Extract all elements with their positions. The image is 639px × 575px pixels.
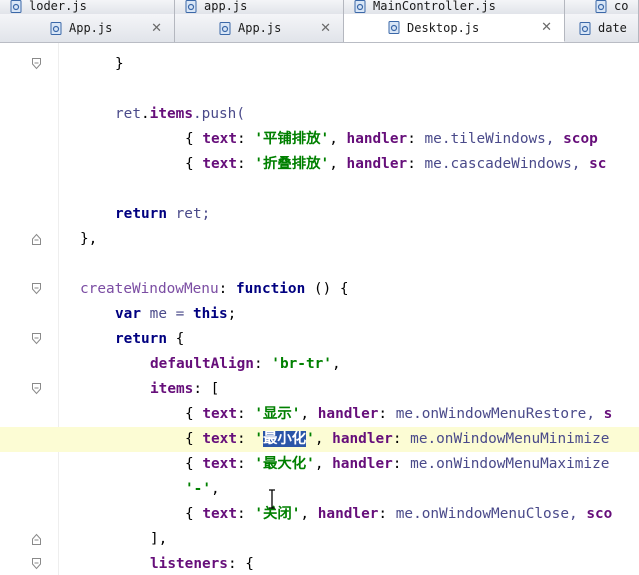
- tab-label: Desktop.js: [407, 20, 480, 35]
- code-text: },: [80, 231, 98, 247]
- code-line[interactable]: var me = this;: [0, 302, 639, 327]
- code-text: return {: [115, 331, 185, 347]
- code-fold-marker-icon[interactable]: [31, 558, 42, 570]
- tab-label: date: [598, 21, 627, 35]
- code-line-current[interactable]: { text: '最小化', handler: me.onWindowMenuM…: [0, 427, 639, 452]
- text-cursor-ibeam-icon: [269, 489, 275, 509]
- code-text: { text: '关闭', handler: me.onWindowMenuCl…: [185, 506, 613, 522]
- tab-app-js-1[interactable]: App.js ✕: [0, 14, 175, 42]
- code-line[interactable]: listeners: {: [0, 552, 639, 575]
- code-line[interactable]: ],: [0, 527, 639, 552]
- code-text: ret.items.push(: [115, 106, 245, 122]
- code-line[interactable]: return {: [0, 327, 639, 352]
- code-text: { text: '平铺排放', handler: me.tileWindows,…: [185, 131, 598, 147]
- code-fold-marker-icon[interactable]: [31, 533, 42, 545]
- code-text: { text: '最小化', handler: me.onWindowMenuM…: [185, 431, 610, 447]
- code-editor[interactable]: } ret.items.push( { text: '平铺排放', handle…: [0, 43, 639, 575]
- code-text: items: [: [150, 381, 220, 397]
- code-line[interactable]: }: [0, 52, 639, 77]
- code-line[interactable]: { text: '关闭', handler: me.onWindowMenuCl…: [0, 502, 639, 527]
- code-line[interactable]: return ret;: [0, 202, 639, 227]
- code-fold-marker-icon[interactable]: [31, 333, 42, 345]
- tab-label: MainController.js: [373, 0, 496, 13]
- selected-text[interactable]: 最小化: [262, 431, 307, 447]
- code-text: { text: '折叠排放', handler: me.cascadeWindo…: [185, 156, 607, 172]
- code-line[interactable]: { text: '显示', handler: me.onWindowMenuRe…: [0, 402, 639, 427]
- code-text: ],: [150, 531, 168, 547]
- js-file-icon: [388, 21, 400, 34]
- tab-co[interactable]: co: [565, 0, 639, 14]
- code-fold-marker-icon[interactable]: [31, 283, 42, 295]
- code-line[interactable]: { text: '平铺排放', handler: me.tileWindows,…: [0, 127, 639, 152]
- code-text: createWindowMenu: function () {: [80, 281, 349, 297]
- tab-label: app.js: [204, 0, 248, 13]
- js-file-icon: [595, 0, 607, 13]
- js-file-icon: [10, 0, 22, 13]
- editor-tabs-row: App.js ✕ App.js ✕ Desktop.js ✕ date: [0, 14, 639, 43]
- code-text: { text: '显示', handler: me.onWindowMenuRe…: [185, 406, 613, 422]
- code-text: listeners: {: [150, 556, 254, 572]
- code-line[interactable]: items: [: [0, 377, 639, 402]
- tab-label: loder.js: [29, 0, 87, 13]
- close-icon[interactable]: ✕: [541, 20, 552, 35]
- code-line[interactable]: { text: '折叠排放', handler: me.cascadeWindo…: [0, 152, 639, 177]
- tab-app-js-lower[interactable]: app.js: [175, 0, 344, 14]
- tab-date[interactable]: date: [565, 14, 639, 42]
- code-text: }: [115, 56, 124, 72]
- code-line[interactable]: '-',: [0, 477, 639, 502]
- code-text: return ret;: [115, 206, 211, 222]
- code-line[interactable]: createWindowMenu: function () {: [0, 277, 639, 302]
- code-fold-marker-icon[interactable]: [31, 233, 42, 245]
- code-text: defaultAlign: 'br-tr',: [150, 356, 341, 372]
- js-file-icon: [219, 21, 231, 35]
- tab-loder-js[interactable]: loder.js: [0, 0, 175, 14]
- editor-tabs-row-top: loder.js app.js MainController.js co: [0, 0, 639, 15]
- code-line[interactable]: { text: '最大化', handler: me.onWindowMenuM…: [0, 452, 639, 477]
- code-line[interactable]: },: [0, 227, 639, 252]
- tab-label: App.js: [69, 21, 113, 35]
- tab-maincontroller-js[interactable]: MainController.js: [344, 0, 565, 14]
- code-line[interactable]: ret.items.push(: [0, 102, 639, 127]
- js-file-icon: [579, 21, 591, 35]
- tab-label: App.js: [238, 21, 282, 35]
- code-text: { text: '最大化', handler: me.onWindowMenuM…: [185, 456, 610, 472]
- tab-label: co: [614, 0, 629, 13]
- close-icon[interactable]: ✕: [320, 21, 331, 36]
- js-file-icon: [50, 21, 62, 35]
- close-icon[interactable]: ✕: [151, 21, 162, 36]
- code-text: var me = this;: [115, 306, 237, 322]
- code-text: '-',: [185, 481, 220, 497]
- js-file-icon: [185, 0, 197, 13]
- code-fold-marker-icon[interactable]: [31, 383, 42, 395]
- js-file-icon: [354, 0, 366, 13]
- code-fold-marker-icon[interactable]: [31, 58, 42, 70]
- tab-desktop-js[interactable]: Desktop.js ✕: [344, 14, 565, 42]
- code-line[interactable]: defaultAlign: 'br-tr',: [0, 352, 639, 377]
- tab-app-js-2[interactable]: App.js ✕: [175, 14, 344, 42]
